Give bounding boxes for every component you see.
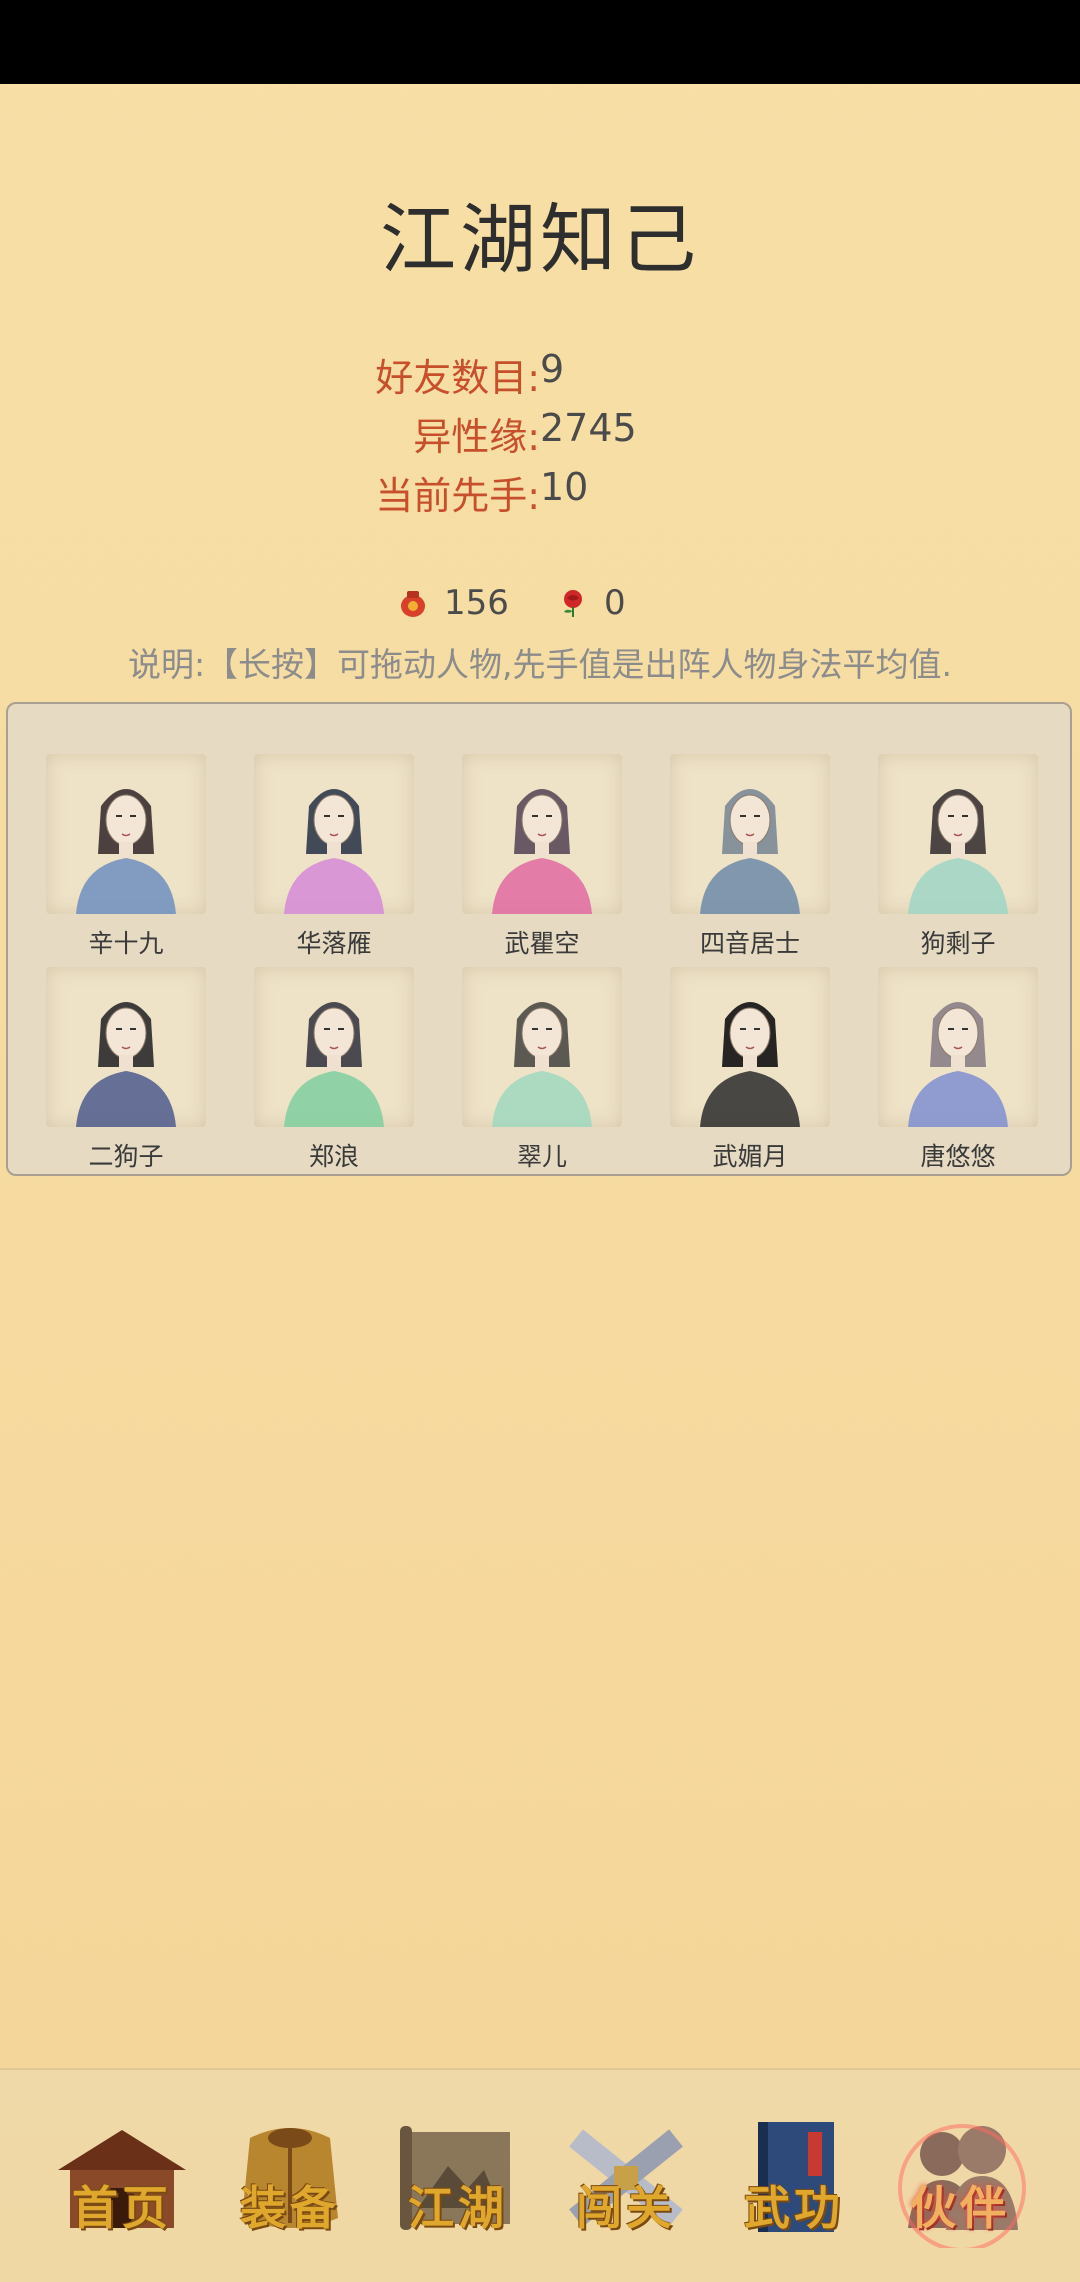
partner-portrait[interactable] bbox=[878, 754, 1038, 914]
partner-portrait[interactable] bbox=[462, 754, 622, 914]
rose-currency: 0 bbox=[558, 578, 626, 628]
partner-name: 辛十九 bbox=[88, 929, 164, 958]
rose-count: 0 bbox=[604, 583, 626, 623]
partner-card[interactable]: 华落雁 bbox=[254, 754, 414, 960]
charm-value: 2745 bbox=[540, 406, 637, 450]
initiative-label: 当前先手: bbox=[375, 474, 540, 518]
tab-crossed-swords[interactable]: 闯关 bbox=[556, 2108, 696, 2248]
partner-card[interactable]: 唐悠悠 bbox=[878, 967, 1038, 1173]
partner-name: 郑浪 bbox=[308, 1142, 359, 1171]
pouch-count: 156 bbox=[444, 583, 509, 623]
partner-card[interactable]: 武瞿空 bbox=[462, 754, 622, 960]
initiative-value: 10 bbox=[540, 465, 589, 509]
hint-text: 说明:【长按】可拖动人物,先手值是出阵人物身法平均值. bbox=[127, 645, 953, 684]
partner-portrait[interactable] bbox=[46, 754, 206, 914]
partner-portrait[interactable] bbox=[670, 754, 830, 914]
partner-portrait[interactable] bbox=[254, 754, 414, 914]
partner-name: 唐悠悠 bbox=[920, 1142, 996, 1171]
character-portrait-icon bbox=[700, 789, 800, 914]
tab-book[interactable]: 武功 bbox=[724, 2108, 864, 2248]
partner-card[interactable]: 二狗子 bbox=[46, 967, 206, 1173]
partner-name: 狗剩子 bbox=[920, 929, 996, 958]
pouch-currency: 156 bbox=[398, 578, 509, 628]
character-portrait-icon bbox=[492, 1002, 592, 1127]
partner-card[interactable]: 四音居士 bbox=[670, 754, 830, 960]
tab-scroll-map[interactable]: 江湖 bbox=[388, 2108, 528, 2248]
red-pouch-icon bbox=[401, 591, 425, 617]
character-portrait-icon bbox=[700, 1002, 800, 1127]
friend-count-label: 好友数目: bbox=[375, 356, 540, 400]
rose-icon bbox=[564, 590, 582, 617]
tab-label: 闯关 bbox=[576, 2181, 676, 2235]
partner-panel: 辛十九 华落雁 武瞿空 四音居士 狗剩子二狗子 郑浪 翠儿 武媚月 唐悠悠 bbox=[6, 702, 1072, 1176]
partner-name: 华落雁 bbox=[296, 929, 372, 958]
status-bar bbox=[0, 0, 1080, 84]
partner-portrait[interactable] bbox=[878, 967, 1038, 1127]
tab-label: 武功 bbox=[744, 2181, 844, 2235]
partner-portrait[interactable] bbox=[254, 967, 414, 1127]
partner-name: 武媚月 bbox=[712, 1142, 788, 1171]
friend-count-value: 9 bbox=[540, 347, 565, 391]
partner-portrait[interactable] bbox=[670, 967, 830, 1127]
partner-card[interactable]: 武媚月 bbox=[670, 967, 830, 1173]
tab-label: 首页 bbox=[72, 2181, 172, 2235]
tab-label: 装备 bbox=[240, 2181, 340, 2235]
character-portrait-icon bbox=[76, 789, 176, 914]
character-portrait-icon bbox=[76, 1002, 176, 1127]
partner-name: 翠儿 bbox=[516, 1142, 567, 1171]
tab-label: 江湖 bbox=[408, 2181, 508, 2235]
bottom-tab-bar: 首页 装备 江湖 闯关 武功 伙伴 bbox=[0, 2068, 1080, 2282]
character-portrait-icon bbox=[284, 789, 384, 914]
partner-portrait[interactable] bbox=[46, 967, 206, 1127]
partner-card[interactable]: 翠儿 bbox=[462, 967, 622, 1173]
tab-label: 伙伴 bbox=[910, 2181, 1010, 2235]
character-portrait-icon bbox=[284, 1002, 384, 1127]
character-portrait-icon bbox=[492, 789, 592, 914]
partner-card[interactable]: 郑浪 bbox=[254, 967, 414, 1173]
partner-card[interactable]: 狗剩子 bbox=[878, 754, 1038, 960]
tab-partners[interactable]: 伙伴 bbox=[890, 2108, 1030, 2248]
tab-house[interactable]: 首页 bbox=[52, 2108, 192, 2248]
tab-armor[interactable]: 装备 bbox=[220, 2108, 360, 2248]
character-portrait-icon bbox=[908, 789, 1008, 914]
partner-name: 武瞿空 bbox=[504, 929, 580, 958]
partner-portrait[interactable] bbox=[462, 967, 622, 1127]
partner-card[interactable]: 辛十九 bbox=[46, 754, 206, 960]
partner-name: 二狗子 bbox=[88, 1142, 164, 1171]
page-title: 江湖知己 bbox=[380, 195, 700, 284]
partner-name: 四音居士 bbox=[699, 929, 800, 958]
charm-label: 异性缘: bbox=[413, 415, 540, 459]
character-portrait-icon bbox=[908, 1002, 1008, 1127]
